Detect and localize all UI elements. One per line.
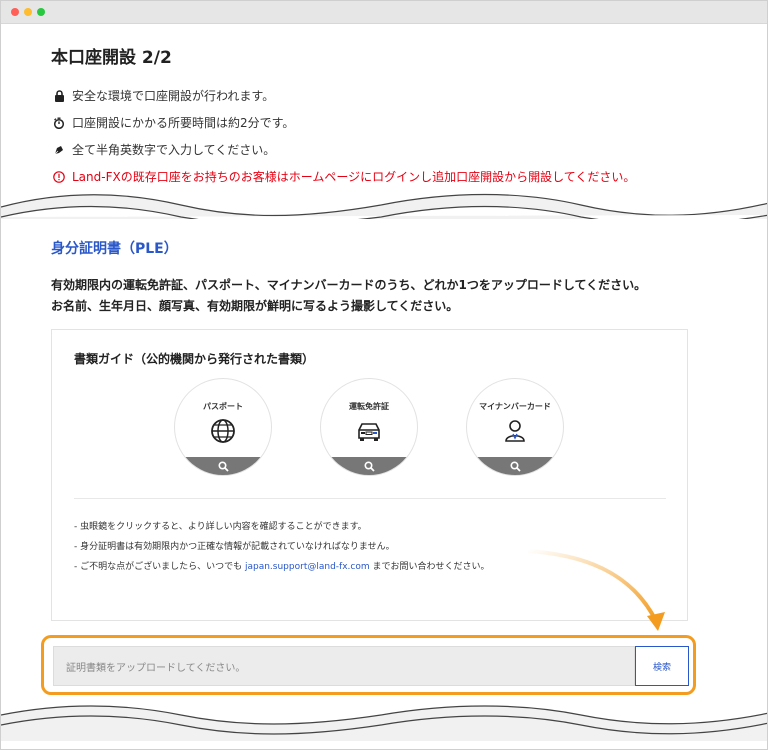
car-icon bbox=[358, 423, 380, 441]
info-time-text: 口座開設にかかる所要時間は約2分です。 bbox=[72, 116, 295, 130]
guide-card-label: 運転免許証 bbox=[349, 402, 389, 411]
guide-card-label: パスポート bbox=[203, 402, 243, 411]
browser-window: 本口座開設 2/2 安全な環境で口座開設が行われます。 口座開設にかかる所要時間… bbox=[0, 0, 768, 750]
guide-title: 書類ガイド（公的機関から発行された書類） bbox=[74, 352, 315, 366]
guide-note: - ご不明な点がございましたら、いつでも japan.support@land-… bbox=[74, 559, 489, 572]
wave-divider bbox=[1, 193, 767, 227]
guide-note: - 身分証明書は有効期限内かつ正確な情報が記載されていなければなりません。 bbox=[74, 542, 395, 552]
info-input: 全て半角英数字で入力してください。 bbox=[53, 141, 275, 158]
upload-highlight: 証明書類をアップロードしてください。 検索 bbox=[41, 635, 696, 695]
section-description-2: お名前、生年月日、顔写真、有効期限が鮮明に写るよう撮影してください。 bbox=[51, 299, 459, 313]
info-time: 口座開設にかかる所要時間は約2分です。 bbox=[53, 114, 294, 131]
alert-icon bbox=[53, 170, 65, 183]
guide-note: - 虫眼鏡をクリックすると、より詳しい内容を確認することができます。 bbox=[74, 522, 367, 532]
globe-icon bbox=[211, 419, 235, 443]
arrow-pointer bbox=[525, 549, 665, 631]
lock-icon bbox=[53, 89, 65, 102]
info-secure: 安全な環境で口座開設が行われます。 bbox=[53, 87, 274, 104]
magnifier-icon[interactable] bbox=[364, 461, 375, 472]
info-existing-account: Land-FXの既存口座をお持ちのお客様はホームページにログインし追加口座開設か… bbox=[53, 168, 635, 185]
minimize-window-button[interactable] bbox=[24, 8, 32, 16]
title-bar bbox=[1, 1, 767, 24]
timer-icon bbox=[53, 117, 65, 129]
pen-icon bbox=[53, 144, 65, 156]
guide-note-prefix: - ご不明な点がございましたら、いつでも bbox=[74, 562, 245, 572]
info-input-text: 全て半角英数字で入力してください。 bbox=[72, 143, 276, 157]
guide-card-label: マイナンバーカード bbox=[479, 402, 551, 411]
upload-file-input[interactable]: 証明書類をアップロードしてください。 bbox=[53, 646, 635, 686]
close-window-button[interactable] bbox=[11, 8, 19, 16]
wave-divider-bottom bbox=[1, 705, 767, 741]
info-secure-text: 安全な環境で口座開設が行われます。 bbox=[72, 89, 275, 103]
info-existing-account-text: Land-FXの既存口座をお持ちのお客様はホームページにログインし追加口座開設か… bbox=[72, 170, 636, 184]
guide-note-suffix: までお問い合わせください。 bbox=[369, 562, 490, 572]
guide-card-mynumber: マイナンバーカード bbox=[466, 378, 564, 476]
page-title: 本口座開設 2/2 bbox=[51, 48, 172, 68]
magnifier-icon[interactable] bbox=[510, 461, 521, 472]
person-icon bbox=[505, 420, 525, 442]
guide-card-passport: パスポート bbox=[174, 378, 272, 476]
browse-button[interactable]: 検索 bbox=[635, 646, 689, 686]
maximize-window-button[interactable] bbox=[37, 8, 45, 16]
guide-divider bbox=[74, 498, 666, 499]
support-email-link[interactable]: japan.support@land-fx.com bbox=[245, 562, 370, 572]
magnifier-icon[interactable] bbox=[218, 461, 229, 472]
section-title: 身分証明書（PLE） bbox=[51, 241, 178, 257]
guide-card-license: 運転免許証 bbox=[320, 378, 418, 476]
section-description-1: 有効期限内の運転免許証、パスポート、マイナンバーカードのうち、どれか1つをアップ… bbox=[51, 278, 647, 292]
